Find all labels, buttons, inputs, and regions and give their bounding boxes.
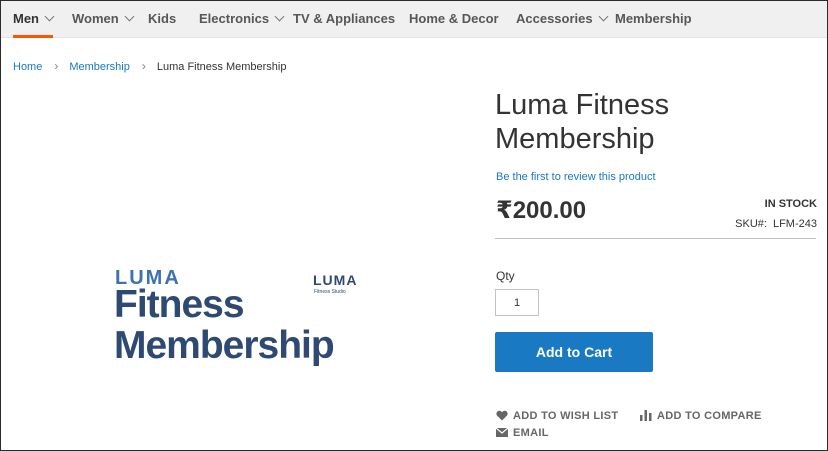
nav-item-label: Men <box>13 11 39 26</box>
add-to-compare-link[interactable]: ADD TO COMPARE <box>640 409 762 422</box>
nav-item-women[interactable]: Women <box>72 1 135 38</box>
top-navigation: Men Women Kids Electronics TV & Applianc… <box>1 1 827 38</box>
sku-value: LFM-243 <box>772 218 817 230</box>
divider <box>495 238 816 239</box>
add-to-cart-button[interactable]: Add to Cart <box>495 332 653 372</box>
product-price: ₹200.00 <box>496 197 587 224</box>
chevron-down-icon <box>44 11 55 22</box>
sku-label: SKU#: <box>735 218 767 230</box>
image-title-line2: Membership <box>114 324 335 367</box>
compare-label: ADD TO COMPARE <box>657 410 762 422</box>
chevron-down-icon <box>274 11 285 22</box>
qty-label: Qty <box>496 269 515 283</box>
nav-item-label: TV & Appliances <box>293 11 396 26</box>
breadcrumb: Home › Membership › Luma Fitness Membership <box>13 59 286 73</box>
nav-item-label: Accessories <box>516 11 593 26</box>
nav-item-accessories[interactable]: Accessories <box>516 1 609 38</box>
nav-item-label: Membership <box>615 11 692 26</box>
stock-status: IN STOCK <box>764 198 817 210</box>
nav-item-home-decor[interactable]: Home & Decor <box>409 1 499 38</box>
nav-item-label: Women <box>72 11 119 26</box>
page-title: Luma Fitness Membership <box>495 89 670 155</box>
nav-item-label: Home & Decor <box>409 11 499 26</box>
email-label: EMAIL <box>513 427 549 439</box>
chevron-down-icon <box>598 11 609 22</box>
wishlist-label: ADD TO WISH LIST <box>513 410 619 422</box>
envelope-icon <box>496 427 508 437</box>
breadcrumb-membership-link[interactable]: Membership <box>69 61 130 73</box>
nav-item-label: Electronics <box>199 11 270 26</box>
review-link[interactable]: Be the first to review this product <box>496 171 656 183</box>
image-small-logo: LUMA <box>313 272 358 288</box>
email-link[interactable]: EMAIL <box>496 427 549 439</box>
chevron-right-icon: › <box>54 59 59 73</box>
compare-bars-icon <box>640 409 652 421</box>
product-image[interactable]: LUMA Fitness Membership LUMA Fitness Stu… <box>94 258 394 388</box>
image-title-line1: Fitness <box>114 283 245 326</box>
nav-item-tv-appliances[interactable]: TV & Appliances <box>293 1 395 38</box>
nav-item-men[interactable]: Men <box>13 1 55 38</box>
sku: SKU#: LFM-243 <box>735 218 817 230</box>
chevron-right-icon: › <box>141 59 146 73</box>
image-small-logo-subtitle: Fitness Studio <box>314 289 346 295</box>
nav-item-membership[interactable]: Membership <box>615 1 692 38</box>
nav-item-kids[interactable]: Kids <box>148 1 176 38</box>
nav-item-electronics[interactable]: Electronics <box>199 1 285 38</box>
breadcrumb-home-link[interactable]: Home <box>13 61 42 73</box>
chevron-down-icon <box>124 11 135 22</box>
add-to-wishlist-link[interactable]: ADD TO WISH LIST <box>496 410 618 422</box>
breadcrumb-current: Luma Fitness Membership <box>156 61 287 73</box>
nav-item-label: Kids <box>148 11 177 26</box>
qty-input[interactable] <box>495 289 539 316</box>
heart-icon <box>496 410 508 421</box>
